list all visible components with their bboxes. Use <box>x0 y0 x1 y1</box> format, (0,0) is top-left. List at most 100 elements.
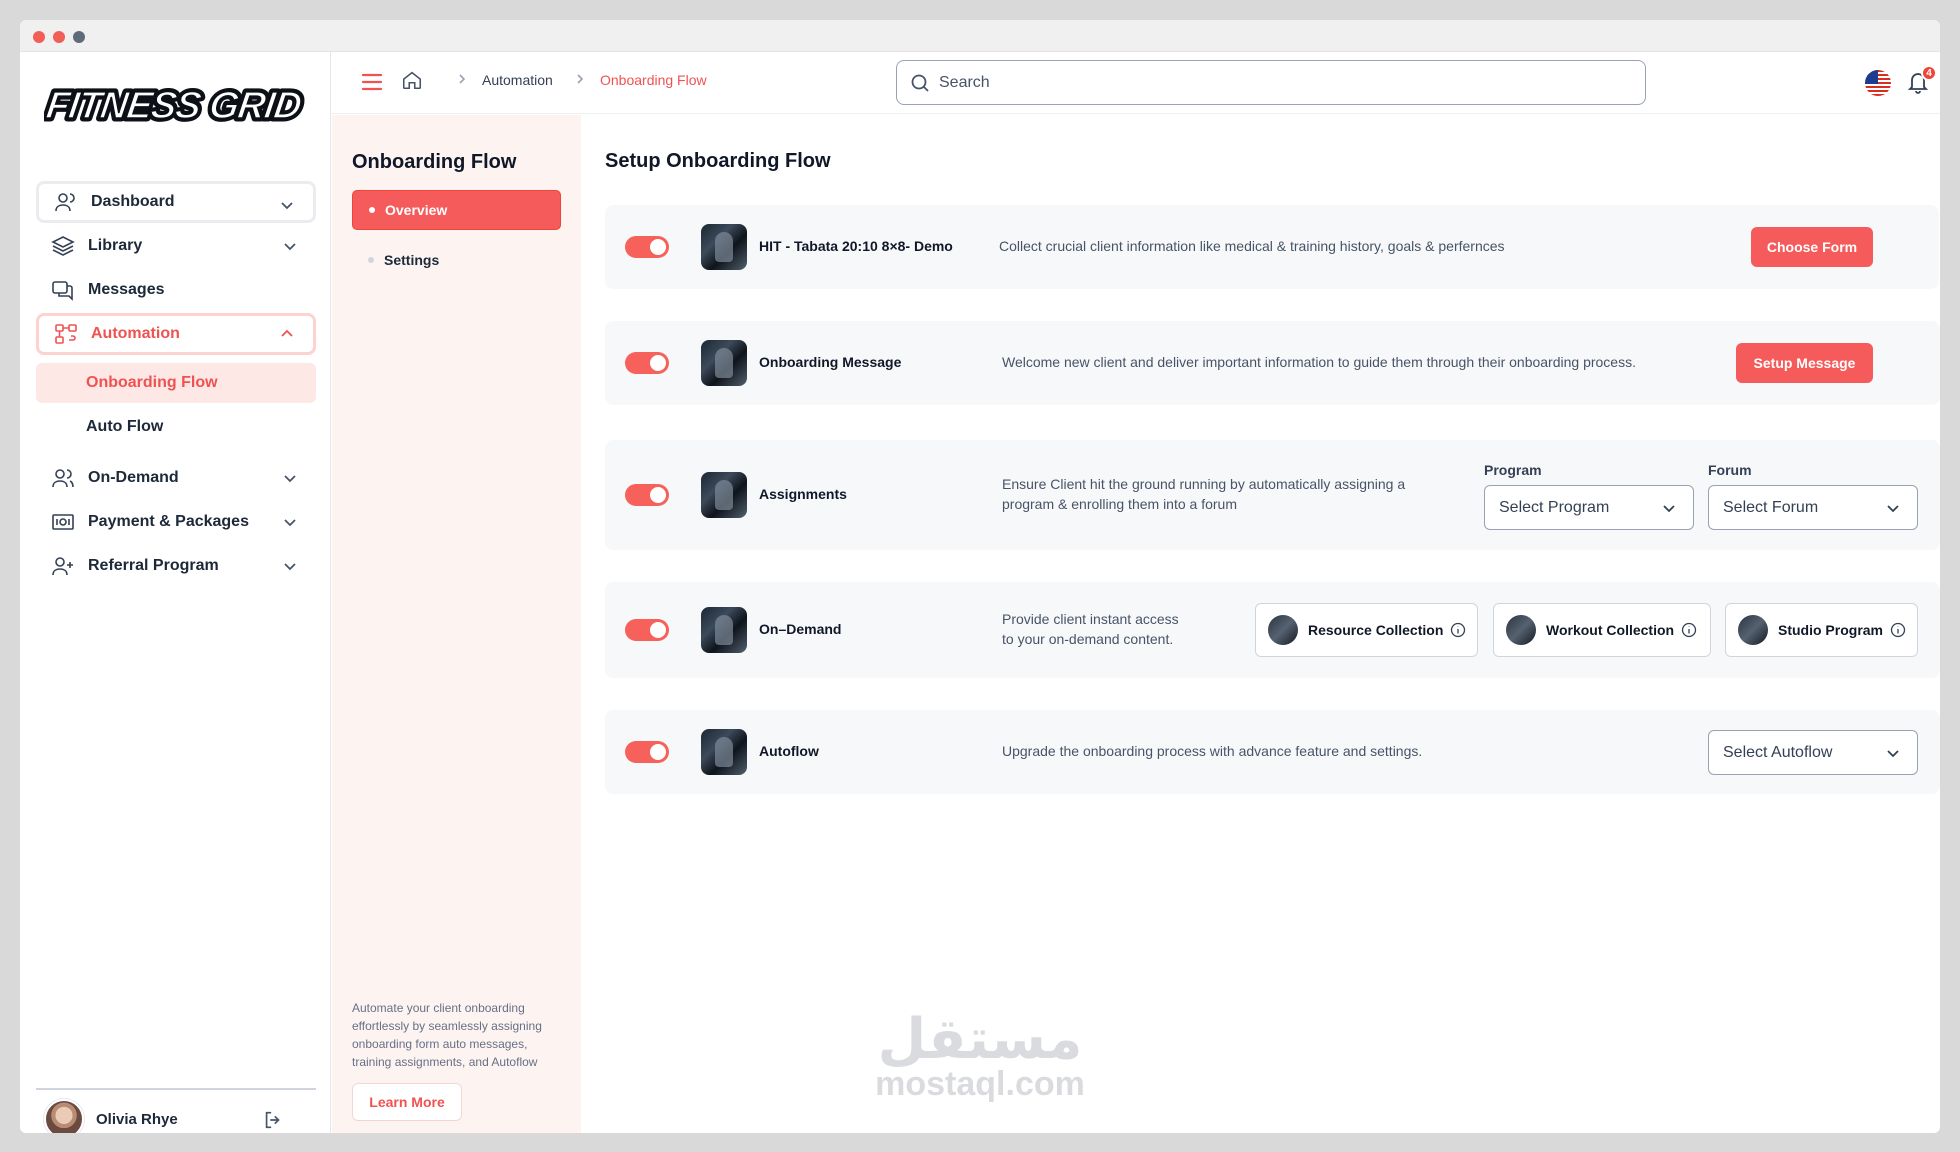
users-icon <box>50 465 76 491</box>
bullet-dot-icon <box>369 207 375 213</box>
sidebar-item-label: Referral Program <box>88 557 219 574</box>
sidebar-item-label: Automation <box>91 325 180 342</box>
sidebar-item-automation[interactable]: Automation <box>36 313 316 355</box>
chip-label: Studio Program <box>1778 622 1884 638</box>
autoflow-select-value: Select Autoflow <box>1723 743 1833 761</box>
chevron-right-icon <box>459 74 466 84</box>
bullet-dot-icon <box>368 257 374 263</box>
window-titlebar <box>20 20 1940 52</box>
resource-collection-chip[interactable]: Resource Collection <box>1255 603 1478 657</box>
choose-form-button[interactable]: Choose Form <box>1751 227 1873 267</box>
autoflow-card: Autoflow Upgrade the onboarding process … <box>605 710 1940 794</box>
chevron-down-icon[interactable] <box>282 238 298 254</box>
page-title: Setup Onboarding Flow <box>605 150 831 172</box>
breadcrumb-onboarding-flow[interactable]: Onboarding Flow <box>600 72 707 88</box>
chat-icon <box>50 277 76 303</box>
card-description: Welcome new client and deliver important… <box>1002 354 1636 370</box>
sidebar-item-referral-program[interactable]: Referral Program <box>36 545 316 587</box>
card-title: HIT - Tabata 20:10 8×8- Demo <box>759 238 953 254</box>
setup-message-button[interactable]: Setup Message <box>1736 343 1873 383</box>
collection-avatar <box>1738 615 1768 645</box>
card-title: Autoflow <box>759 743 819 759</box>
workout-thumbnail <box>701 224 747 270</box>
info-icon[interactable] <box>1450 622 1466 638</box>
search-input[interactable] <box>939 72 1629 94</box>
autoflow-select[interactable]: Select Autoflow <box>1708 730 1918 775</box>
workout-thumbnail <box>701 340 747 386</box>
autoflow-toggle[interactable] <box>625 741 669 763</box>
sidebar-item-dashboard[interactable]: Dashboard <box>36 181 316 223</box>
watermark-arabic: مستقل <box>877 1007 1083 1072</box>
chip-label: Workout Collection <box>1546 622 1675 638</box>
info-icon[interactable] <box>1681 622 1697 638</box>
user-profile[interactable]: Olivia Rhye <box>44 1097 314 1133</box>
hamburger-menu-icon[interactable] <box>361 71 383 93</box>
watermark-latin: mostaql.com <box>875 1065 1085 1103</box>
sidebar-item-payment-packages[interactable]: Payment & Packages <box>36 501 316 543</box>
top-bar: Automation Onboarding Flow 4 <box>331 52 1940 114</box>
sidebar-item-library[interactable]: Library <box>36 225 316 267</box>
chevron-down-icon <box>1887 505 1899 513</box>
logo-text: FITNESS GRID <box>44 84 304 127</box>
user-plus-icon <box>50 553 76 579</box>
program-select[interactable]: Select Program <box>1484 485 1694 530</box>
chevron-down-icon[interactable] <box>279 197 295 213</box>
minimize-window-button[interactable] <box>53 31 65 43</box>
sidebar-item-label: Payment & Packages <box>88 513 249 530</box>
sidebar-subitem-onboarding-flow[interactable]: Onboarding Flow <box>36 363 316 403</box>
chevron-up-icon[interactable] <box>279 326 295 342</box>
forum-label: Forum <box>1708 462 1752 478</box>
us-flag-icon[interactable] <box>1865 70 1891 96</box>
chip-label: Resource Collection <box>1308 622 1444 638</box>
assignments-toggle[interactable] <box>625 484 669 506</box>
chevron-down-icon[interactable] <box>282 470 298 486</box>
sidebar-subitem-auto-flow[interactable]: Auto Flow <box>36 407 316 447</box>
sidebar-item-label: On-Demand <box>88 469 179 486</box>
learn-more-button[interactable]: Learn More <box>352 1083 462 1121</box>
studio-program-chip[interactable]: Studio Program <box>1725 603 1918 657</box>
search-box[interactable] <box>896 60 1646 105</box>
panel-description: Automate your client onboarding effortle… <box>352 1001 542 1069</box>
logout-icon[interactable] <box>262 1109 284 1131</box>
card-description: Ensure Client hit the ground running by … <box>1002 476 1406 512</box>
maximize-window-button[interactable] <box>73 31 85 43</box>
user-name: Olivia Rhye <box>96 1110 178 1128</box>
info-icon[interactable] <box>1890 622 1906 638</box>
panel-title: Onboarding Flow <box>352 151 517 173</box>
card-title: On–Demand <box>759 621 842 637</box>
fitness-grid-logo[interactable]: FITNESS GRID FITNESS GRID <box>44 82 314 128</box>
collection-avatar <box>1506 615 1536 645</box>
money-icon <box>50 509 76 535</box>
sidebar: FITNESS GRID FITNESS GRID Dashboard Libr… <box>20 52 331 1133</box>
home-icon[interactable] <box>401 69 423 91</box>
onboarding-form-row: HIT - Tabata 20:10 8×8- Demo Collect cru… <box>605 205 1939 289</box>
on-demand-toggle[interactable] <box>625 619 669 641</box>
close-window-button[interactable] <box>33 31 45 43</box>
tab-label: Overview <box>385 202 448 218</box>
avatar[interactable] <box>44 1099 84 1133</box>
sidebar-divider <box>36 1088 316 1090</box>
workout-thumbnail <box>701 607 747 653</box>
tab-settings[interactable]: Settings <box>352 240 561 280</box>
layers-icon <box>50 233 76 259</box>
onboarding-form-toggle[interactable] <box>625 236 669 258</box>
sidebar-item-messages[interactable]: Messages <box>36 269 316 311</box>
onboarding-message-toggle[interactable] <box>625 352 669 374</box>
sidebar-item-on-demand[interactable]: On-Demand <box>36 457 316 499</box>
assignments-card: Assignments Ensure Client hit the ground… <box>605 440 1940 550</box>
chevron-down-icon[interactable] <box>282 514 298 530</box>
card-description: Collect crucial client information like … <box>999 238 1505 254</box>
chevron-down-icon <box>1663 505 1675 513</box>
card-description: Upgrade the onboarding process with adva… <box>1002 743 1423 759</box>
workout-thumbnail <box>701 729 747 775</box>
on-demand-card: On–Demand Provide client instant access … <box>605 582 1940 678</box>
chevron-down-icon[interactable] <box>282 558 298 574</box>
card-title: Onboarding Message <box>759 354 902 370</box>
tab-overview[interactable]: Overview <box>352 190 561 230</box>
breadcrumb-automation[interactable]: Automation <box>482 72 553 88</box>
card-title: Assignments <box>759 486 847 502</box>
search-icon <box>911 74 929 92</box>
forum-select[interactable]: Select Forum <box>1708 485 1918 530</box>
workout-collection-chip[interactable]: Workout Collection <box>1493 603 1711 657</box>
workout-thumbnail <box>701 472 747 518</box>
